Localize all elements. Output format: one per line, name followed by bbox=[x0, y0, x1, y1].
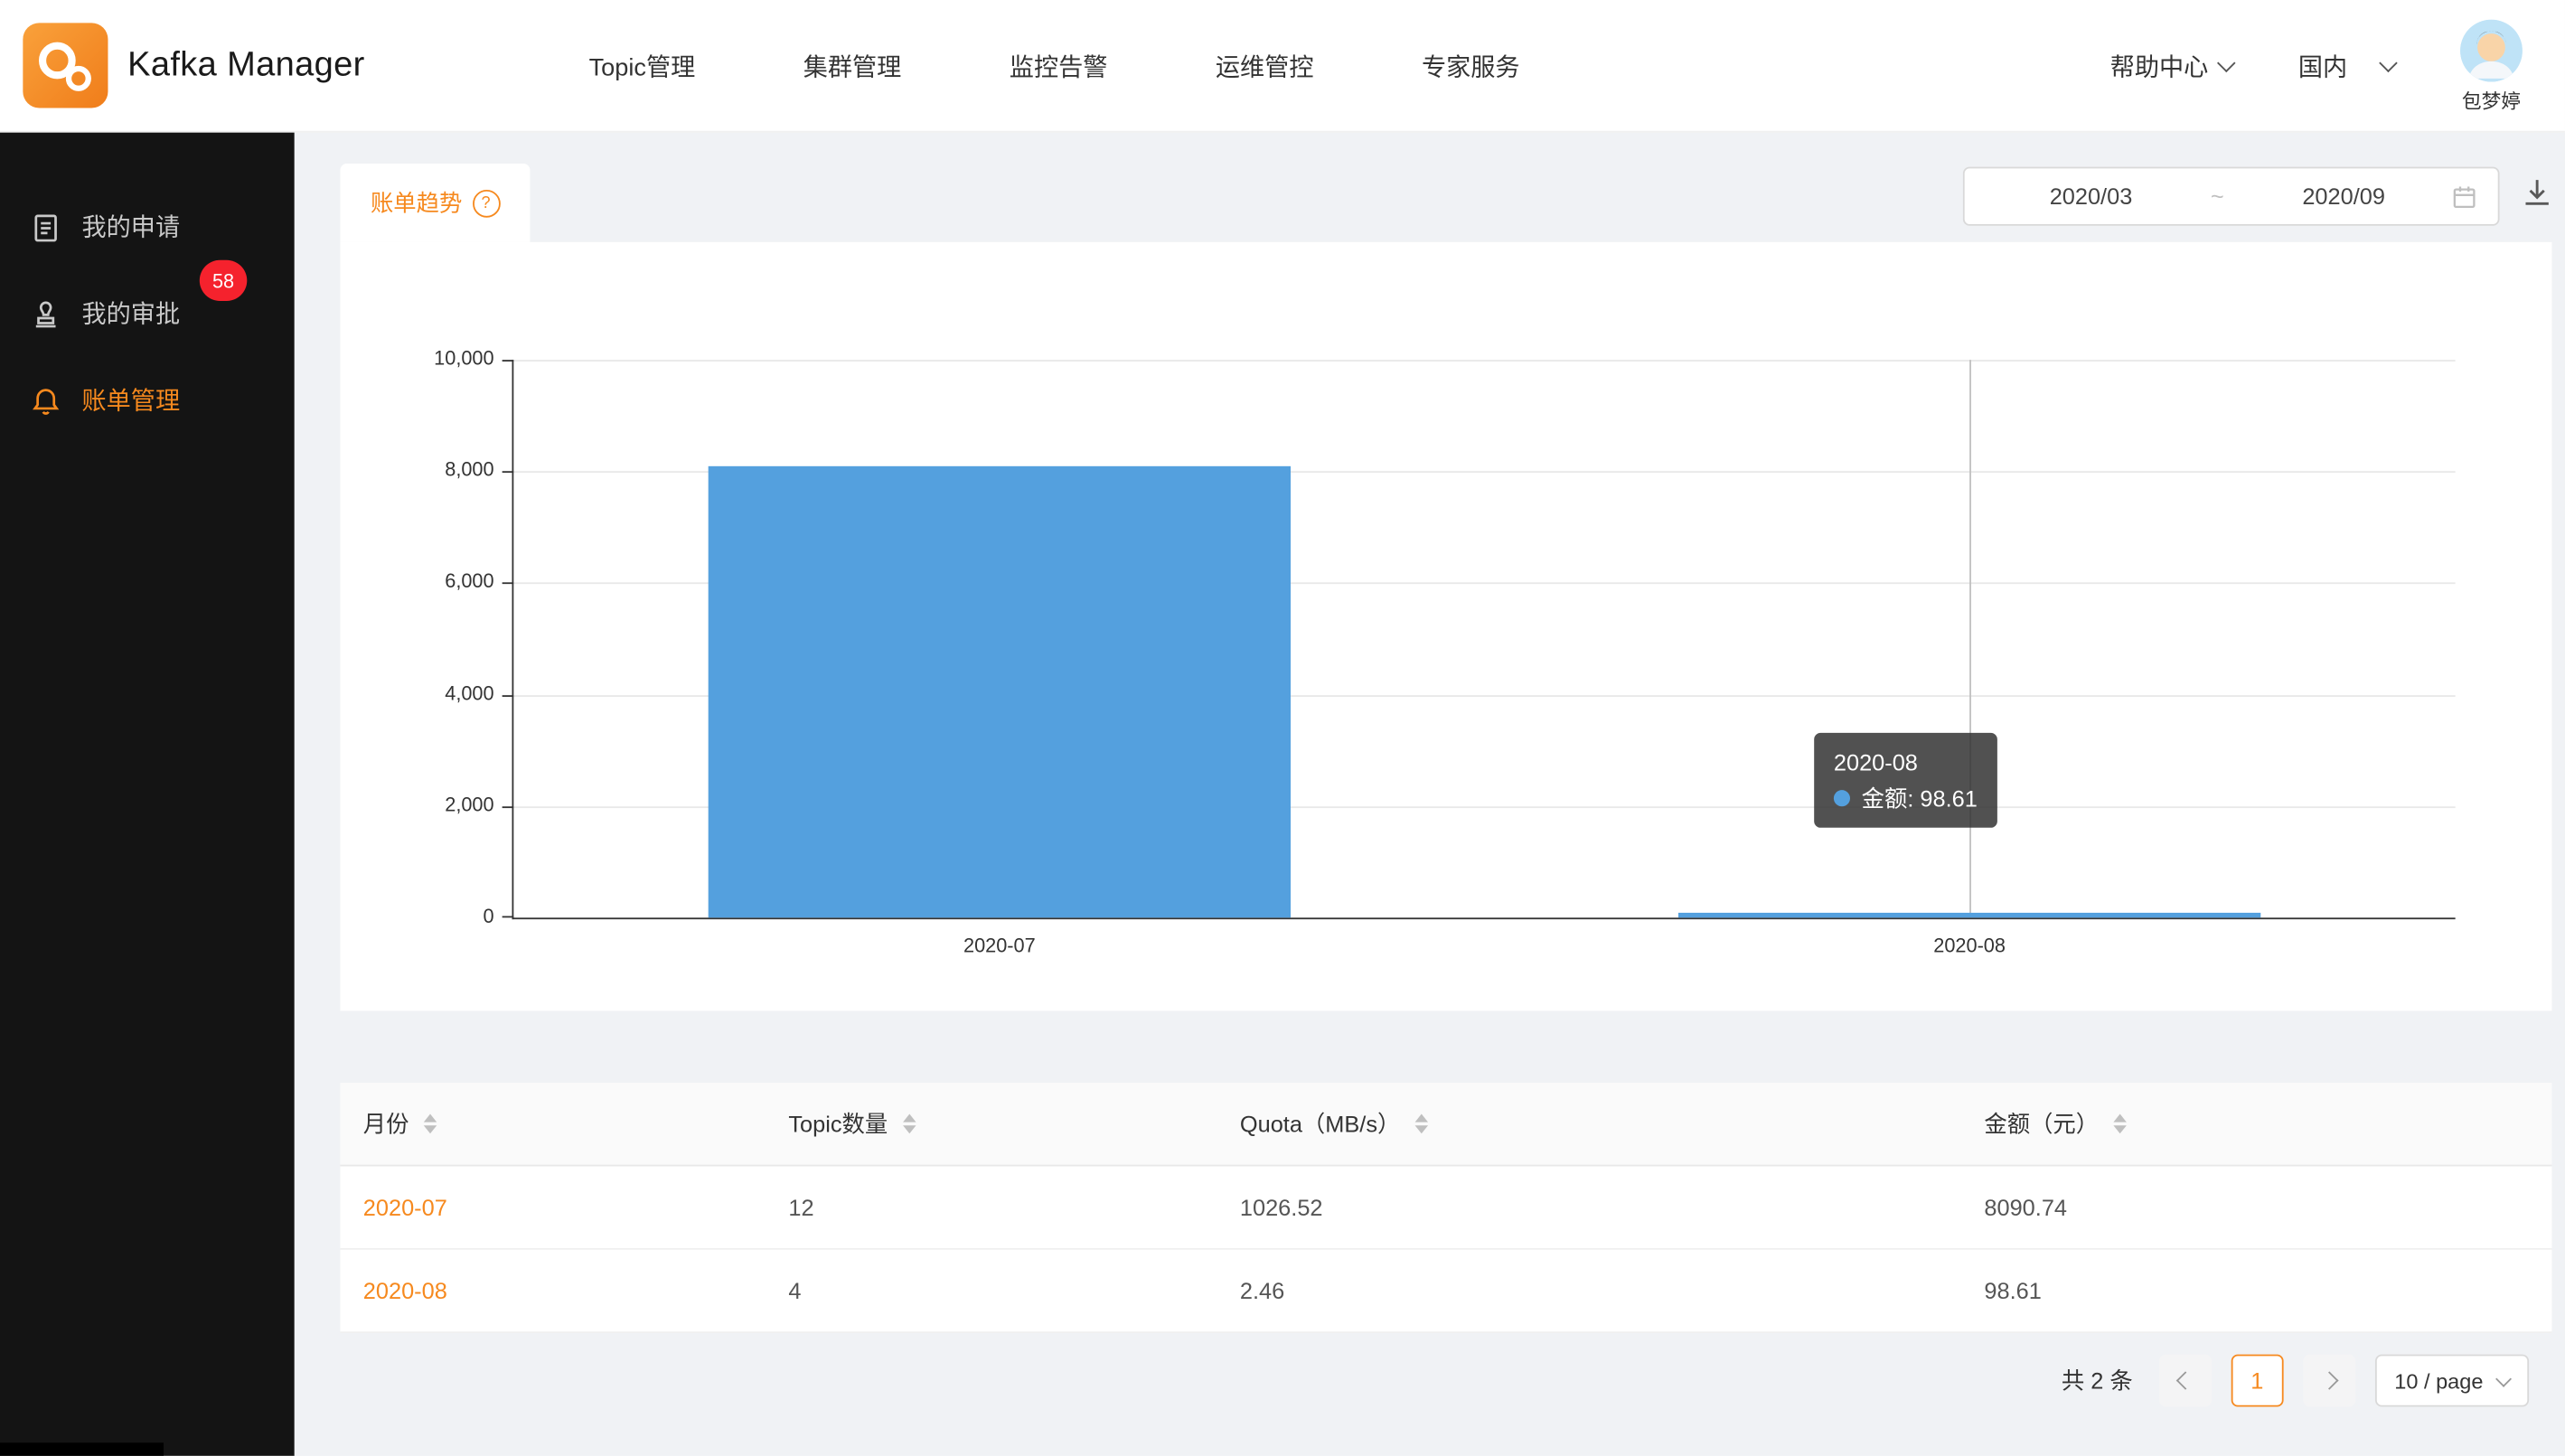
y-axis-tick bbox=[503, 695, 514, 697]
approvals-count-badge: 58 bbox=[200, 260, 247, 301]
y-axis-label: 4,000 bbox=[445, 682, 493, 705]
user-block: 包梦婷 bbox=[2460, 16, 2523, 115]
column-header-topic-count[interactable]: Topic数量 bbox=[766, 1107, 1217, 1140]
chevron-down-icon bbox=[2217, 54, 2235, 72]
chevron-right-icon bbox=[2320, 1371, 2338, 1389]
stamp-icon bbox=[30, 296, 62, 329]
chevron-down-icon bbox=[2379, 54, 2397, 72]
y-axis-label: 2,000 bbox=[445, 794, 493, 816]
sidebar-item-my-approvals[interactable]: 我的审批 58 bbox=[0, 270, 295, 357]
y-axis-label: 8,000 bbox=[445, 458, 493, 481]
prev-page-button[interactable] bbox=[2159, 1355, 2212, 1407]
nav-topic-management[interactable]: Topic管理 bbox=[589, 48, 696, 82]
total-count: 共 2 条 bbox=[2062, 1364, 2133, 1396]
sidebar-item-label: 账单管理 bbox=[81, 383, 180, 418]
y-axis-tick bbox=[503, 471, 514, 473]
tab-bill-trend-label: 账单趋势 bbox=[371, 186, 462, 219]
date-range-picker[interactable]: 2020/03 ~ 2020/09 bbox=[1963, 167, 2500, 226]
page-1-button[interactable]: 1 bbox=[2231, 1355, 2283, 1407]
y-axis-label: 10,000 bbox=[434, 347, 493, 370]
billing-table: 月份 Topic数量 Quota（MB/s） 金额（元） bbox=[340, 1083, 2551, 1333]
amount-cell: 8090.74 bbox=[1961, 1194, 2551, 1220]
y-axis-tick bbox=[503, 360, 514, 362]
username: 包梦婷 bbox=[2462, 87, 2521, 115]
sidebar-footer bbox=[0, 1442, 164, 1455]
quota-cell: 1026.52 bbox=[1217, 1194, 1962, 1220]
y-axis-tick bbox=[503, 916, 514, 918]
main-content: 账单趋势 ? 2020/03 ~ 2020/09 bbox=[295, 131, 2565, 1456]
sidebar: 我的申请 我的审批 58 账单管理 bbox=[0, 131, 295, 1456]
top-header: Kafka Manager Topic管理 集群管理 监控告警 运维管控 专家服… bbox=[0, 0, 2565, 133]
sort-icon[interactable] bbox=[1415, 1114, 1428, 1134]
table-row: 2020-08 4 2.46 98.61 bbox=[340, 1250, 2551, 1333]
app-logo-icon bbox=[23, 23, 108, 108]
chevron-left-icon bbox=[2175, 1371, 2194, 1389]
topic-count-cell: 12 bbox=[766, 1194, 1217, 1220]
page-size-select[interactable]: 10 / page bbox=[2375, 1355, 2530, 1407]
y-axis-tick bbox=[503, 582, 514, 584]
sidebar-item-label: 我的审批 bbox=[81, 296, 180, 331]
nav-ops-control[interactable]: 运维管控 bbox=[1216, 48, 1314, 82]
tooltip-series-text: 金额: 98.61 bbox=[1862, 780, 1978, 816]
help-center-label: 帮助中心 bbox=[2110, 48, 2209, 82]
header-right: 帮助中心 国内 包梦婷 bbox=[2110, 0, 2523, 131]
table-header-row: 月份 Topic数量 Quota（MB/s） 金额（元） bbox=[340, 1083, 2551, 1166]
next-page-button[interactable] bbox=[2303, 1355, 2355, 1407]
date-end: 2020/09 bbox=[2237, 183, 2450, 210]
app-window: Kafka Manager Topic管理 集群管理 监控告警 运维管控 专家服… bbox=[0, 0, 2565, 1456]
x-axis-label: 2020-08 bbox=[1933, 934, 2006, 956]
date-start: 2020/03 bbox=[1984, 183, 2197, 210]
chart-tooltip: 2020-08 金额: 98.61 bbox=[1814, 733, 1997, 828]
sidebar-item-my-applications[interactable]: 我的申请 bbox=[0, 183, 295, 270]
month-link[interactable]: 2020-08 bbox=[363, 1278, 447, 1304]
tab-bill-trend[interactable]: 账单趋势 ? bbox=[340, 164, 530, 242]
month-link[interactable]: 2020-07 bbox=[363, 1194, 447, 1220]
nav-monitor-alert[interactable]: 监控告警 bbox=[1010, 48, 1108, 82]
column-header-amount[interactable]: 金额（元） bbox=[1961, 1107, 2551, 1140]
chevron-down-icon bbox=[2495, 1370, 2512, 1386]
pagination: 共 2 条 1 10 / page bbox=[2062, 1355, 2529, 1407]
y-axis-label: 6,000 bbox=[445, 569, 493, 592]
nav-cluster-management[interactable]: 集群管理 bbox=[803, 48, 902, 82]
region-label: 国内 bbox=[2298, 48, 2347, 82]
bar-chart: 10,000 8,000 6,000 4,000 2,000 0 2020-07… bbox=[512, 360, 2455, 919]
sort-icon[interactable] bbox=[424, 1114, 437, 1134]
top-nav: Topic管理 集群管理 监控告警 运维管控 专家服务 bbox=[589, 0, 1520, 131]
help-center-menu[interactable]: 帮助中心 bbox=[2110, 48, 2233, 82]
question-circle-icon[interactable]: ? bbox=[472, 189, 500, 217]
calendar-icon bbox=[2450, 183, 2478, 211]
app-title: Kafka Manager bbox=[127, 0, 364, 131]
page-size-value: 10 / page bbox=[2394, 1368, 2483, 1393]
nav-expert-service[interactable]: 专家服务 bbox=[1422, 48, 1520, 82]
quota-cell: 2.46 bbox=[1217, 1278, 1962, 1304]
tooltip-series-dot bbox=[1834, 790, 1850, 806]
y-axis-tick bbox=[503, 806, 514, 808]
column-header-month[interactable]: 月份 bbox=[340, 1107, 766, 1140]
chart-card: 10,000 8,000 6,000 4,000 2,000 0 2020-07… bbox=[340, 242, 2551, 1011]
avatar[interactable] bbox=[2460, 20, 2523, 82]
sort-icon[interactable] bbox=[902, 1114, 915, 1134]
sidebar-item-billing-management[interactable]: 账单管理 bbox=[0, 357, 295, 444]
download-icon[interactable] bbox=[2519, 175, 2555, 211]
bell-icon bbox=[30, 383, 62, 416]
gridline bbox=[513, 360, 2455, 362]
tooltip-axis-pointer bbox=[1969, 360, 1971, 917]
y-axis-label: 0 bbox=[483, 905, 493, 927]
region-select[interactable]: 国内 bbox=[2298, 48, 2395, 82]
chart-bar[interactable] bbox=[709, 466, 1291, 918]
clipboard-icon bbox=[30, 211, 62, 243]
sidebar-item-label: 我的申请 bbox=[81, 210, 180, 244]
sort-icon[interactable] bbox=[2113, 1114, 2126, 1134]
topic-count-cell: 4 bbox=[766, 1278, 1217, 1304]
column-header-quota[interactable]: Quota（MB/s） bbox=[1217, 1107, 1962, 1140]
amount-cell: 98.61 bbox=[1961, 1278, 2551, 1304]
tooltip-title: 2020-08 bbox=[1834, 745, 1978, 781]
chart-bar[interactable] bbox=[1678, 913, 2260, 917]
x-axis-label: 2020-07 bbox=[963, 934, 1036, 956]
table-row: 2020-07 12 1026.52 8090.74 bbox=[340, 1166, 2551, 1249]
date-separator: ~ bbox=[2198, 183, 2237, 210]
